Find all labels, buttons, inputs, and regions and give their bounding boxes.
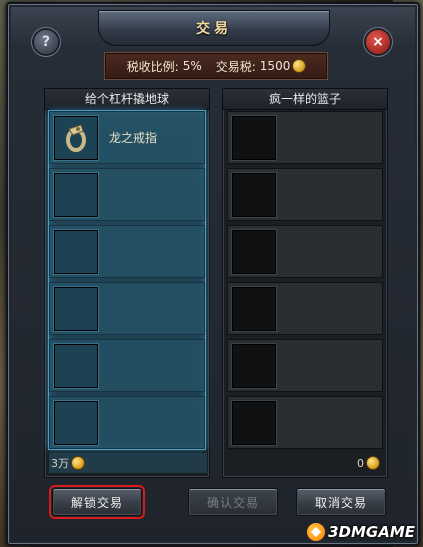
item-slot[interactable]	[53, 342, 99, 389]
left-item-row[interactable]	[49, 339, 205, 392]
item-slot[interactable]	[231, 285, 277, 332]
gold-coin-icon	[367, 457, 379, 469]
trade-window: 交易 ? × 税收比例: 5% 交易税: 1500 给个杠杆撬地球 龙之戒指 3…	[6, 2, 420, 546]
left-trade-panel: 给个杠杆撬地球 龙之戒指 3万	[44, 88, 210, 478]
left-gold-amount: 3万	[51, 457, 69, 470]
item-slot[interactable]	[231, 171, 277, 218]
item-name: 龙之戒指	[109, 131, 158, 145]
item-slot[interactable]	[53, 171, 99, 218]
unlock-trade-button[interactable]: 解锁交易	[49, 485, 145, 519]
ring-icon	[66, 123, 86, 152]
left-item-row[interactable]	[49, 225, 205, 278]
right-item-list	[227, 111, 383, 449]
left-item-row[interactable]: 龙之戒指	[49, 111, 205, 164]
item-slot[interactable]	[53, 285, 99, 332]
help-icon: ?	[41, 34, 51, 50]
window-title: 交易	[196, 21, 232, 37]
watermark: 3DMGAME	[307, 523, 415, 541]
left-item-list: 龙之戒指	[49, 111, 205, 449]
watermark-logo-icon	[307, 523, 326, 541]
right-trade-panel: 疯一样的篮子 0	[222, 88, 388, 478]
cancel-trade-button[interactable]: 取消交易	[296, 488, 386, 516]
item-slot[interactable]	[231, 228, 277, 275]
left-item-row[interactable]	[49, 168, 205, 221]
close-button[interactable]: ×	[366, 30, 390, 54]
gold-coin-icon	[293, 60, 306, 72]
item-slot[interactable]	[53, 228, 99, 275]
trade-tax-value: 1500	[259, 59, 291, 73]
watermark-text: 3DMGAME	[328, 523, 415, 541]
gold-coin-icon	[72, 457, 84, 469]
item-slot[interactable]	[231, 399, 277, 446]
left-item-row[interactable]	[49, 396, 205, 449]
right-item-row[interactable]	[227, 396, 383, 449]
right-item-row[interactable]	[227, 339, 383, 392]
right-item-row[interactable]	[227, 282, 383, 335]
left-gold-field[interactable]: 3万	[49, 453, 207, 473]
right-gold-amount: 0	[357, 456, 364, 470]
close-icon: ×	[372, 34, 384, 50]
tax-info-bar: 税收比例: 5% 交易税: 1500	[104, 52, 328, 80]
item-slot[interactable]	[53, 114, 99, 161]
right-player-name: 疯一样的篮子	[223, 89, 387, 110]
right-item-row[interactable]	[227, 168, 383, 221]
item-slot[interactable]	[231, 342, 277, 389]
title-bar: 交易	[98, 10, 330, 46]
tax-rate-label: 税收比例:	[126, 59, 179, 74]
tax-rate-value: 5%	[182, 59, 202, 73]
right-item-row[interactable]	[227, 225, 383, 278]
item-slot[interactable]	[53, 399, 99, 446]
left-item-row[interactable]	[49, 282, 205, 335]
confirm-trade-button[interactable]: 确认交易	[188, 488, 278, 516]
left-player-name: 给个杠杆撬地球	[45, 89, 209, 110]
item-slot[interactable]	[231, 114, 277, 161]
help-button[interactable]: ?	[34, 30, 58, 54]
right-item-row[interactable]	[227, 111, 383, 164]
right-gold-field: 0	[227, 453, 383, 473]
trade-tax-label: 交易税:	[215, 59, 256, 74]
